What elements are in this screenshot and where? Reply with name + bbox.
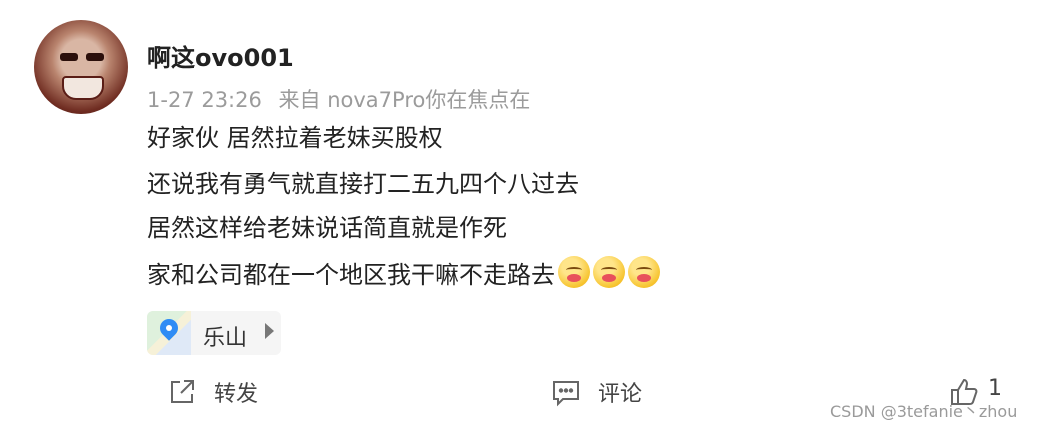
post-meta: 1-27 23:26 来自 nova7Pro你在焦点在 [147, 84, 530, 114]
avatar[interactable] [34, 20, 128, 114]
hot-face-emoji-1 [558, 256, 590, 288]
share-label: 转发 [214, 382, 259, 407]
avatar-mouth [62, 76, 104, 100]
watermark: CSDN @3tefanie丶zhou [830, 402, 1018, 421]
hot-face-emoji-2 [593, 256, 625, 288]
avatar-eye-left [60, 53, 78, 61]
share-button[interactable]: 转发 [166, 374, 296, 410]
location-pin-icon [156, 315, 182, 341]
chevron-right-icon [265, 323, 274, 339]
username[interactable]: 啊这ovo001 [147, 38, 294, 73]
post-line-4: 家和公司都在一个地区我干嘛不走路去 [147, 256, 660, 291]
post-line-4-text: 家和公司都在一个地区我干嘛不走路去 [147, 261, 555, 289]
post-line-3: 居然这样给老妹说话简直就是作死 [147, 214, 507, 242]
comment-icon [553, 381, 579, 407]
comment-button[interactable]: 评论 [550, 374, 680, 410]
post-source: 来自 nova7Pro你在焦点在 [278, 88, 531, 112]
post-time: 1-27 23:26 [147, 88, 262, 112]
post-line-1: 好家伙 居然拉着老妹买股权 [147, 124, 443, 152]
post-line-2: 还说我有勇气就直接打二五九四个八过去 [147, 170, 579, 198]
location-label: 乐山 [203, 326, 248, 351]
hot-face-emoji-3 [628, 256, 660, 288]
share-icon [171, 380, 194, 403]
avatar-eye-right [86, 53, 104, 61]
comment-label: 评论 [598, 382, 643, 407]
location-tag[interactable]: 乐山 [147, 311, 281, 355]
map-icon [147, 311, 191, 355]
